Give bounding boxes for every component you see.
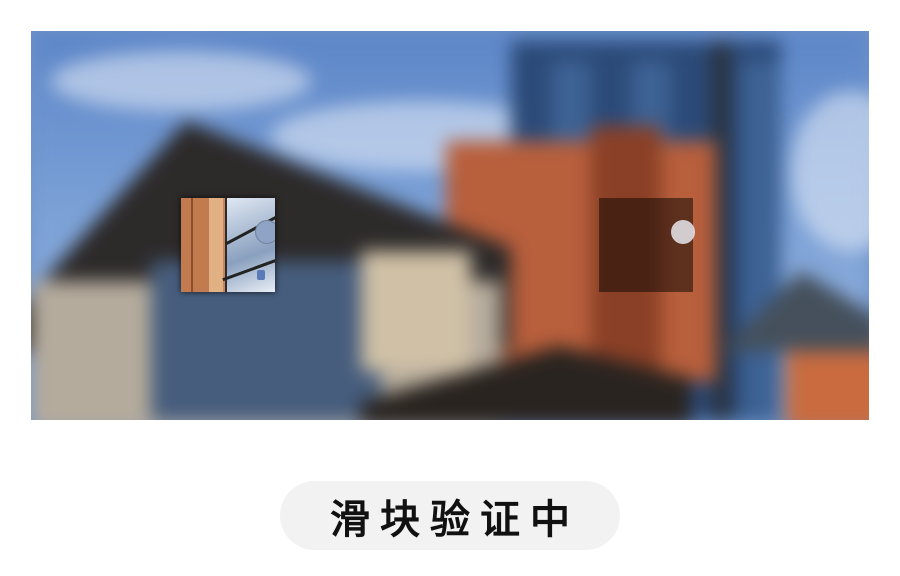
verification-status-text: 滑块验证中 [330, 496, 580, 543]
puzzle-slot-icon [599, 198, 695, 292]
captcha-image [31, 31, 869, 420]
captcha-background-image [31, 31, 869, 420]
puzzle-piece-icon[interactable] [181, 198, 275, 292]
verification-status-badge: 滑块验证中 [280, 481, 620, 550]
